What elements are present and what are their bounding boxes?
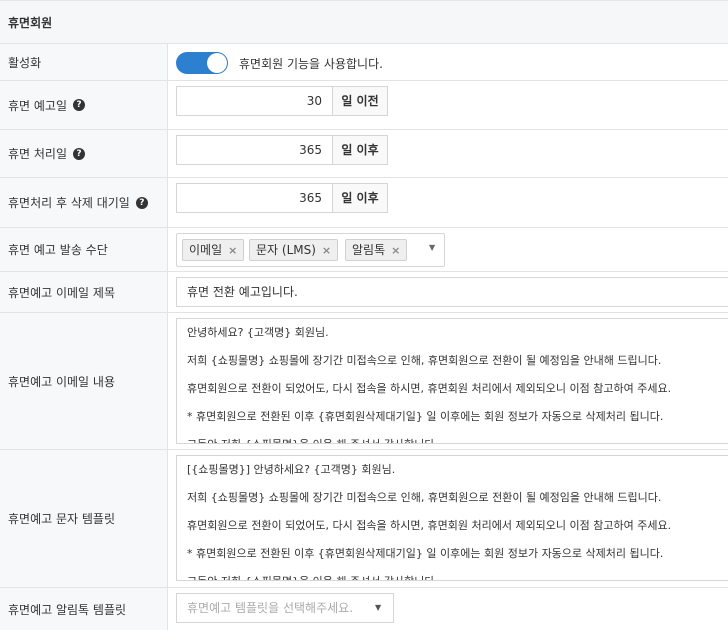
activation-description: 휴면회원 기능을 사용합니다. (239, 57, 383, 71)
notice-day-unit: 일 이전 (332, 86, 388, 116)
label-email-subject: 휴면예고 이메일 제목 (0, 272, 168, 312)
row-sms-template: 휴면예고 문자 템플릿 [{쇼핑몰명}] 안녕하세요? {고객명} 회원님. 저… (0, 450, 728, 588)
value-email-subject: 휴면 전환 예고입니다. (168, 272, 728, 312)
text-line: * 휴면회원으로 전환된 이후 {휴면회원삭제대기일} 일 이후에는 회원 정보… (187, 410, 664, 423)
close-icon[interactable]: × (391, 244, 400, 257)
value-sms-template: [{쇼핑몰명}] 안녕하세요? {고객명} 회원님. 저희 {쇼핑몰명} 쇼핑몰… (168, 450, 728, 587)
label-process-day: 휴면 처리일 ? (0, 130, 168, 177)
sms-template-textarea[interactable]: [{쇼핑몰명}] 안녕하세요? {고객명} 회원님. 저희 {쇼핑몰명} 쇼핑몰… (176, 455, 728, 581)
value-activation: 휴면회원 기능을 사용합니다. (168, 44, 728, 80)
section-header: 휴면회원 (0, 0, 728, 44)
label-text: 휴면처리 후 삭제 대기일 (8, 196, 130, 210)
delete-wait-unit: 일 이후 (332, 183, 388, 213)
value-send-method: 이메일 × 문자 (LMS) × 알림톡 × ▼ (168, 228, 728, 271)
label-sms-template: 휴면예고 문자 템플릿 (0, 450, 168, 587)
chevron-down-icon[interactable]: ▼ (375, 594, 381, 622)
value-notice-day: 30 일 이전 (168, 81, 728, 129)
label-text: 활성화 (8, 55, 42, 70)
text-line: 휴면회원으로 전환이 되었어도, 다시 접속을 하시면, 휴면회원 처리에서 제… (187, 382, 672, 395)
row-alimtalk-template: 휴면예고 알림톡 템플릿 휴면예고 템플릿을 선택해주세요. ▼ (0, 588, 728, 630)
row-activation: 활성화 휴면회원 기능을 사용합니다. (0, 44, 728, 81)
help-icon[interactable]: ? (135, 196, 148, 209)
label-email-body: 휴면예고 이메일 내용 (0, 313, 168, 449)
value-delete-wait: 365 일 이후 (168, 178, 728, 227)
label-notice-day: 휴면 예고일 ? (0, 81, 168, 129)
process-day-unit: 일 이후 (332, 135, 388, 165)
text-line: * 휴면회원으로 전환된 이후 {휴면회원삭제대기일} 일 이후에는 회원 정보… (187, 547, 664, 560)
label-text: 휴면 예고 발송 수단 (8, 243, 108, 257)
label-text: 휴면예고 이메일 내용 (8, 374, 115, 389)
select-placeholder: 휴면예고 템플릿을 선택해주세요. (187, 601, 354, 615)
alimtalk-template-select[interactable]: 휴면예고 템플릿을 선택해주세요. ▼ (176, 593, 394, 623)
label-text: 휴면예고 문자 템플릿 (8, 512, 115, 526)
tag-sms: 문자 (LMS) × (249, 239, 339, 261)
text-line: 그동안 저희 {쇼핑몰명}을 이용 해 주셔서 감사합니다. (187, 573, 718, 580)
label-send-method: 휴면 예고 발송 수단 (0, 228, 168, 271)
help-icon[interactable]: ? (73, 99, 86, 111)
row-notice-day: 휴면 예고일 ? 30 일 이전 (0, 81, 728, 130)
row-email-body: 휴면예고 이메일 내용 안녕하세요? {고객명} 회원님. 저희 {쇼핑몰명} … (0, 313, 728, 450)
email-body-textarea[interactable]: 안녕하세요? {고객명} 회원님. 저희 {쇼핑몰명} 쇼핑몰에 장기간 미접속… (176, 318, 728, 444)
tag-label: 알림톡 (352, 243, 386, 257)
label-text: 휴면 처리일 (8, 147, 68, 161)
text-line: 휴면회원으로 전환이 되었어도, 다시 접속을 하시면, 휴면회원 처리에서 제… (187, 519, 672, 532)
text-line: 그동안 저희 {쇼핑몰명}을 이용 해 주셔서 감사합니다. (187, 436, 718, 443)
row-delete-wait: 휴면처리 후 삭제 대기일 ? 365 일 이후 (0, 178, 728, 228)
section-title: 휴면회원 (8, 15, 53, 30)
tag-alimtalk: 알림톡 × (345, 239, 408, 261)
label-delete-wait: 휴면처리 후 삭제 대기일 ? (0, 178, 168, 227)
help-icon[interactable]: ? (73, 147, 86, 160)
delete-wait-input[interactable]: 365 (176, 183, 332, 213)
value-alimtalk-template: 휴면예고 템플릿을 선택해주세요. ▼ (168, 588, 728, 630)
label-activation: 활성화 (0, 44, 168, 80)
row-process-day: 휴면 처리일 ? 365 일 이후 (0, 130, 728, 178)
row-send-method: 휴면 예고 발송 수단 이메일 × 문자 (LMS) × 알림톡 × ▼ (0, 228, 728, 272)
label-text: 휴면예고 알림톡 템플릿 (8, 602, 127, 617)
email-subject-input[interactable]: 휴면 전환 예고입니다. (176, 277, 728, 307)
close-icon[interactable]: × (322, 244, 331, 257)
text-line: [{쇼핑몰명}] 안녕하세요? {고객명} 회원님. (187, 463, 396, 476)
text-line: 저희 {쇼핑몰명} 쇼핑몰에 장기간 미접속으로 인해, 휴면회원으로 전환이 … (187, 491, 662, 504)
notice-day-input[interactable]: 30 (176, 86, 332, 116)
label-text: 휴면예고 이메일 제목 (8, 285, 115, 300)
label-alimtalk-template: 휴면예고 알림톡 템플릿 (0, 588, 168, 630)
process-day-input[interactable]: 365 (176, 135, 332, 165)
text-line: 저희 {쇼핑몰명} 쇼핑몰에 장기간 미접속으로 인해, 휴면회원으로 전환이 … (187, 354, 662, 367)
label-text: 휴면 예고일 (8, 98, 68, 113)
activation-toggle[interactable] (176, 52, 228, 74)
close-icon[interactable]: × (228, 244, 237, 257)
row-email-subject: 휴면예고 이메일 제목 휴면 전환 예고입니다. (0, 272, 728, 313)
text-line: 안녕하세요? {고객명} 회원님. (187, 326, 329, 339)
value-email-body: 안녕하세요? {고객명} 회원님. 저희 {쇼핑몰명} 쇼핑몰에 장기간 미접속… (168, 313, 728, 449)
toggle-knob (207, 53, 227, 73)
value-process-day: 365 일 이후 (168, 130, 728, 177)
chevron-down-icon[interactable]: ▼ (429, 243, 435, 252)
send-method-select[interactable]: 이메일 × 문자 (LMS) × 알림톡 × ▼ (176, 233, 445, 267)
tag-label: 문자 (LMS) (256, 243, 316, 257)
tag-label: 이메일 (189, 243, 223, 257)
tag-email: 이메일 × (182, 239, 245, 261)
